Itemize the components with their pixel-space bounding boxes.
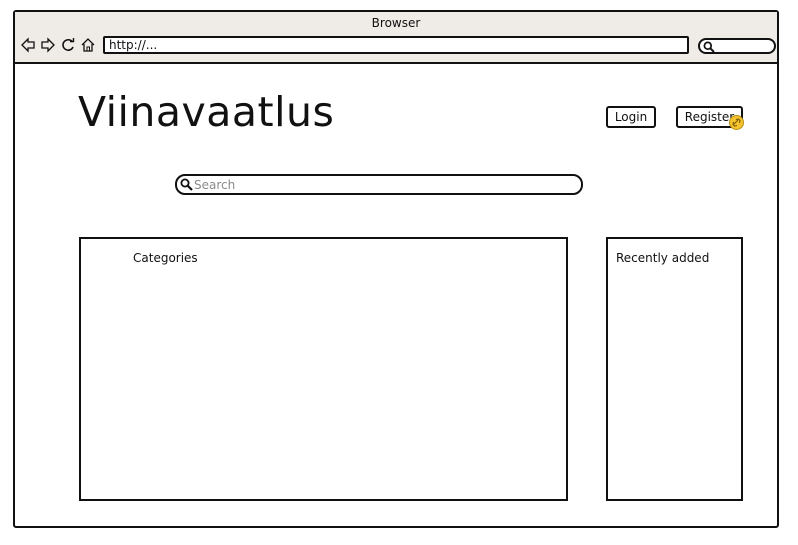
search-icon <box>703 41 715 53</box>
browser-nav <box>20 37 96 53</box>
categories-panel: Categories <box>79 237 568 501</box>
search-input[interactable] <box>194 177 574 192</box>
back-arrow-icon[interactable] <box>20 37 36 53</box>
login-button[interactable]: Login <box>606 106 656 128</box>
browser-search-field[interactable] <box>698 38 776 54</box>
recently-added-title: Recently added <box>616 251 710 265</box>
recently-added-panel: Recently added <box>606 237 743 501</box>
browser-chrome: Browser http://... <box>15 12 777 64</box>
site-title: Viinavaatlus <box>78 88 335 136</box>
address-bar[interactable]: http://... <box>103 36 689 54</box>
browser-title: Browser <box>371 16 421 30</box>
search-icon <box>180 178 193 191</box>
browser-window: Browser http://... Viinavaatlus Login Re… <box>13 10 779 528</box>
categories-title: Categories <box>133 251 198 265</box>
home-icon[interactable] <box>80 37 96 53</box>
forward-arrow-icon[interactable] <box>40 37 56 53</box>
reload-icon[interactable] <box>60 37 76 53</box>
link-icon <box>729 115 744 130</box>
search-field[interactable] <box>175 174 583 195</box>
